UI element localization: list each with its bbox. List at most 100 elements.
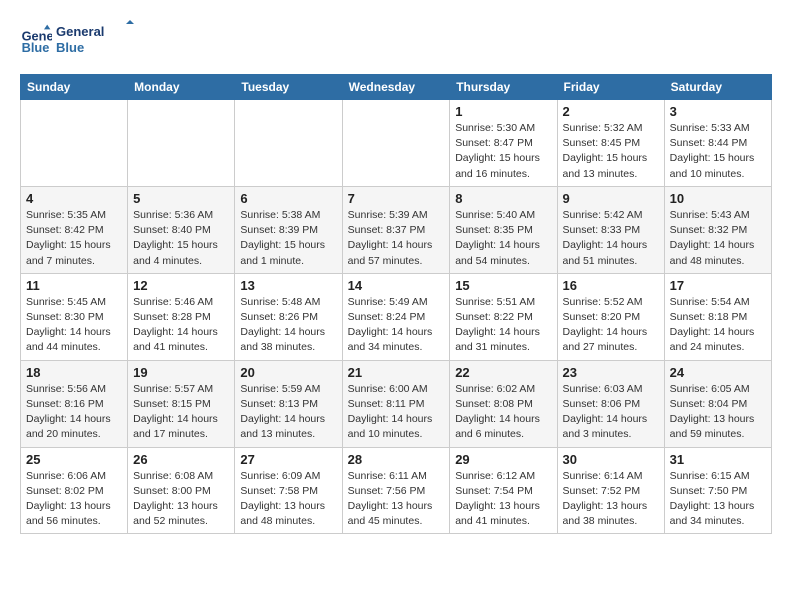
day-number: 22 (455, 365, 551, 380)
calendar-cell: 20 Sunrise: 5:59 AM Sunset: 8:13 PM Dayli… (235, 360, 342, 447)
calendar-cell: 23 Sunrise: 6:03 AM Sunset: 8:06 PM Dayli… (557, 360, 664, 447)
calendar-cell: 11Sunrise: 5:45 AM Sunset: 8:30 PM Dayli… (21, 273, 128, 360)
svg-text:Blue: Blue (56, 40, 84, 55)
day-number: 23 (563, 365, 659, 380)
calendar-cell (235, 100, 342, 187)
day-number: 12 (133, 278, 229, 293)
calendar-cell: 3 Sunrise: 5:33 AM Sunset: 8:44 PM Daylig… (664, 100, 771, 187)
day-number: 10 (670, 191, 766, 206)
day-header-sunday: Sunday (21, 75, 128, 100)
calendar-cell: 21Sunrise: 6:00 AM Sunset: 8:11 PM Dayli… (342, 360, 450, 447)
calendar-cell (21, 100, 128, 187)
calendar-cell: 5 Sunrise: 5:36 AM Sunset: 8:40 PM Daylig… (128, 186, 235, 273)
week-row-1: 1Sunrise: 5:30 AM Sunset: 8:47 PM Daylig… (21, 100, 772, 187)
day-info: Sunrise: 6:06 AM Sunset: 8:02 PM Dayligh… (26, 469, 122, 530)
calendar-cell: 25 Sunrise: 6:06 AM Sunset: 8:02 PM Dayli… (21, 447, 128, 534)
calendar-cell: 15 Sunrise: 5:51 AM Sunset: 8:22 PM Dayli… (450, 273, 557, 360)
day-info: Sunrise: 5:54 AM Sunset: 8:18 PM Dayligh… (670, 295, 766, 356)
day-number: 3 (670, 104, 766, 119)
logo-icon: General Blue (20, 23, 52, 55)
calendar-cell: 18Sunrise: 5:56 AM Sunset: 8:16 PM Dayli… (21, 360, 128, 447)
day-info: Sunrise: 5:51 AM Sunset: 8:22 PM Dayligh… (455, 295, 551, 356)
calendar-cell: 26 Sunrise: 6:08 AM Sunset: 8:00 PM Dayli… (128, 447, 235, 534)
day-info: Sunrise: 5:49 AM Sunset: 8:24 PM Dayligh… (348, 295, 445, 356)
calendar-cell: 4 Sunrise: 5:35 AM Sunset: 8:42 PM Daylig… (21, 186, 128, 273)
day-number: 20 (240, 365, 336, 380)
day-number: 5 (133, 191, 229, 206)
calendar-cell: 6 Sunrise: 5:38 AM Sunset: 8:39 PM Daylig… (235, 186, 342, 273)
week-row-5: 25 Sunrise: 6:06 AM Sunset: 8:02 PM Dayli… (21, 447, 772, 534)
day-header-thursday: Thursday (450, 75, 557, 100)
day-info: Sunrise: 6:15 AM Sunset: 7:50 PM Dayligh… (670, 469, 766, 530)
day-info: Sunrise: 5:35 AM Sunset: 8:42 PM Dayligh… (26, 208, 122, 269)
day-number: 14 (348, 278, 445, 293)
day-number: 6 (240, 191, 336, 206)
calendar-cell: 24Sunrise: 6:05 AM Sunset: 8:04 PM Dayli… (664, 360, 771, 447)
day-number: 4 (26, 191, 122, 206)
svg-text:Blue: Blue (22, 40, 50, 55)
day-info: Sunrise: 5:39 AM Sunset: 8:37 PM Dayligh… (348, 208, 445, 269)
day-number: 1 (455, 104, 551, 119)
day-info: Sunrise: 5:33 AM Sunset: 8:44 PM Dayligh… (670, 121, 766, 182)
calendar-cell: 16 Sunrise: 5:52 AM Sunset: 8:20 PM Dayli… (557, 273, 664, 360)
day-number: 27 (240, 452, 336, 467)
calendar-cell: 10 Sunrise: 5:43 AM Sunset: 8:32 PM Dayli… (664, 186, 771, 273)
calendar-cell: 13 Sunrise: 5:48 AM Sunset: 8:26 PM Dayli… (235, 273, 342, 360)
day-number: 17 (670, 278, 766, 293)
logo: General Blue General Blue (20, 20, 136, 58)
day-number: 21 (348, 365, 445, 380)
day-number: 28 (348, 452, 445, 467)
day-info: Sunrise: 6:05 AM Sunset: 8:04 PM Dayligh… (670, 382, 766, 443)
day-number: 25 (26, 452, 122, 467)
day-info: Sunrise: 5:32 AM Sunset: 8:45 PM Dayligh… (563, 121, 659, 182)
calendar-cell (128, 100, 235, 187)
day-header-saturday: Saturday (664, 75, 771, 100)
calendar-cell: 27 Sunrise: 6:09 AM Sunset: 7:58 PM Dayli… (235, 447, 342, 534)
calendar-cell: 2 Sunrise: 5:32 AM Sunset: 8:45 PM Daylig… (557, 100, 664, 187)
day-number: 2 (563, 104, 659, 119)
header-row: SundayMondayTuesdayWednesdayThursdayFrid… (21, 75, 772, 100)
week-row-3: 11Sunrise: 5:45 AM Sunset: 8:30 PM Dayli… (21, 273, 772, 360)
day-number: 15 (455, 278, 551, 293)
calendar-cell: 31 Sunrise: 6:15 AM Sunset: 7:50 PM Dayli… (664, 447, 771, 534)
day-number: 16 (563, 278, 659, 293)
logo-text: General Blue (56, 20, 136, 58)
day-info: Sunrise: 5:52 AM Sunset: 8:20 PM Dayligh… (563, 295, 659, 356)
day-info: Sunrise: 5:38 AM Sunset: 8:39 PM Dayligh… (240, 208, 336, 269)
day-info: Sunrise: 5:59 AM Sunset: 8:13 PM Dayligh… (240, 382, 336, 443)
day-header-tuesday: Tuesday (235, 75, 342, 100)
calendar-cell: 8Sunrise: 5:40 AM Sunset: 8:35 PM Daylig… (450, 186, 557, 273)
day-info: Sunrise: 6:12 AM Sunset: 7:54 PM Dayligh… (455, 469, 551, 530)
calendar-cell: 12 Sunrise: 5:46 AM Sunset: 8:28 PM Dayli… (128, 273, 235, 360)
calendar-cell: 1Sunrise: 5:30 AM Sunset: 8:47 PM Daylig… (450, 100, 557, 187)
day-info: Sunrise: 5:45 AM Sunset: 8:30 PM Dayligh… (26, 295, 122, 356)
calendar-cell: 7 Sunrise: 5:39 AM Sunset: 8:37 PM Daylig… (342, 186, 450, 273)
day-info: Sunrise: 6:09 AM Sunset: 7:58 PM Dayligh… (240, 469, 336, 530)
day-info: Sunrise: 5:40 AM Sunset: 8:35 PM Dayligh… (455, 208, 551, 269)
day-number: 29 (455, 452, 551, 467)
week-row-2: 4 Sunrise: 5:35 AM Sunset: 8:42 PM Daylig… (21, 186, 772, 273)
day-number: 13 (240, 278, 336, 293)
calendar-cell: 9Sunrise: 5:42 AM Sunset: 8:33 PM Daylig… (557, 186, 664, 273)
day-header-monday: Monday (128, 75, 235, 100)
day-number: 26 (133, 452, 229, 467)
week-row-4: 18Sunrise: 5:56 AM Sunset: 8:16 PM Dayli… (21, 360, 772, 447)
day-info: Sunrise: 5:57 AM Sunset: 8:15 PM Dayligh… (133, 382, 229, 443)
calendar-cell: 17 Sunrise: 5:54 AM Sunset: 8:18 PM Dayli… (664, 273, 771, 360)
day-info: Sunrise: 5:43 AM Sunset: 8:32 PM Dayligh… (670, 208, 766, 269)
day-info: Sunrise: 5:46 AM Sunset: 8:28 PM Dayligh… (133, 295, 229, 356)
day-info: Sunrise: 6:11 AM Sunset: 7:56 PM Dayligh… (348, 469, 445, 530)
calendar-table: SundayMondayTuesdayWednesdayThursdayFrid… (20, 74, 772, 534)
calendar-cell: 14 Sunrise: 5:49 AM Sunset: 8:24 PM Dayli… (342, 273, 450, 360)
day-number: 31 (670, 452, 766, 467)
day-header-friday: Friday (557, 75, 664, 100)
day-info: Sunrise: 6:14 AM Sunset: 7:52 PM Dayligh… (563, 469, 659, 530)
day-info: Sunrise: 6:03 AM Sunset: 8:06 PM Dayligh… (563, 382, 659, 443)
day-info: Sunrise: 5:36 AM Sunset: 8:40 PM Dayligh… (133, 208, 229, 269)
day-info: Sunrise: 6:08 AM Sunset: 8:00 PM Dayligh… (133, 469, 229, 530)
svg-text:General: General (56, 24, 104, 39)
day-number: 7 (348, 191, 445, 206)
calendar-cell: 30Sunrise: 6:14 AM Sunset: 7:52 PM Dayli… (557, 447, 664, 534)
day-info: Sunrise: 5:48 AM Sunset: 8:26 PM Dayligh… (240, 295, 336, 356)
day-info: Sunrise: 6:02 AM Sunset: 8:08 PM Dayligh… (455, 382, 551, 443)
